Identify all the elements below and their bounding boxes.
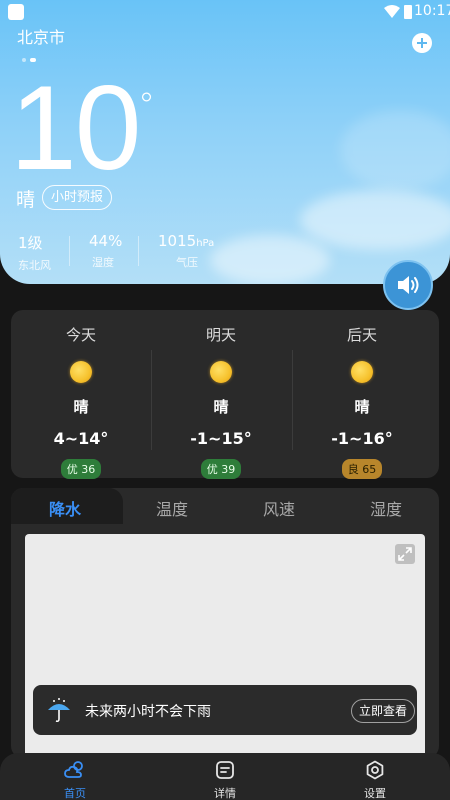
nav-label: 首页 xyxy=(64,787,86,800)
trend-chart-card: 降水 温度 风速 湿度 未来两小时不会下雨 立即查看 xyxy=(11,488,439,758)
notification-icon xyxy=(8,4,24,20)
battery-icon xyxy=(404,5,412,19)
forecast-day[interactable]: 明天 晴 -1~15° 优 39 xyxy=(151,310,291,479)
tab-precipitation[interactable]: 降水 xyxy=(49,496,81,520)
stat-value: 1级 xyxy=(18,234,43,252)
nav-settings[interactable]: 设置 xyxy=(335,759,415,800)
aqi-badge: 良 65 xyxy=(341,459,383,479)
cloud-decoration xyxy=(210,235,330,284)
forecast-temp-range: -1~15° xyxy=(190,429,252,448)
divider xyxy=(69,236,70,266)
current-condition: 晴 xyxy=(16,189,36,211)
three-day-forecast: 今天 晴 4~14° 优 36 明天 晴 -1~15° 优 39 后天 晴 -1… xyxy=(11,310,439,479)
precipitation-summary: 未来两小时不会下雨 立即查看 xyxy=(33,685,417,735)
precipitation-message: 未来两小时不会下雨 xyxy=(85,704,211,720)
details-icon xyxy=(216,761,234,779)
divider xyxy=(138,236,139,266)
cloud-decoration xyxy=(300,190,450,250)
add-city-button[interactable] xyxy=(412,33,432,53)
wifi-icon xyxy=(384,5,400,18)
forecast-day-label: 今天 xyxy=(65,326,96,344)
nav-details[interactable]: 详情 xyxy=(185,759,265,800)
forecast-condition: 晴 xyxy=(354,398,370,416)
precipitation-map[interactable]: 未来两小时不会下雨 立即查看 xyxy=(25,534,425,758)
stat-value: 44% xyxy=(89,232,123,250)
speaker-icon xyxy=(398,276,419,294)
forecast-day[interactable]: 后天 晴 -1~16° 良 65 xyxy=(292,310,432,479)
cloud-decoration xyxy=(340,110,450,190)
degree-symbol: ° xyxy=(138,86,155,126)
current-weather-card: 10:17 北京市 10 ° 晴 小时预报 1级 东北风 44% 湿度 1015… xyxy=(0,0,450,284)
forecast-temp-range: -1~16° xyxy=(331,429,393,448)
expand-button[interactable] xyxy=(395,544,415,564)
tab-humidity[interactable]: 湿度 xyxy=(370,496,402,520)
city-name[interactable]: 北京市 xyxy=(17,24,65,48)
forecast-day[interactable]: 今天 晴 4~14° 优 36 xyxy=(11,310,151,479)
forecast-condition: 晴 xyxy=(213,398,229,416)
stat-wind: 1级 东北风 xyxy=(18,232,51,273)
stat-label: 气压 xyxy=(176,256,198,269)
sun-icon xyxy=(210,361,232,383)
stat-pressure: 1015hPa 气压 xyxy=(158,232,214,270)
settings-icon xyxy=(366,760,384,780)
status-bar: 10:17 xyxy=(0,0,450,26)
chart-tabs: 降水 温度 风速 湿度 xyxy=(11,488,439,522)
forecast-condition: 晴 xyxy=(73,398,89,416)
sun-icon xyxy=(351,361,373,383)
hourly-forecast-button[interactable]: 小时预报 xyxy=(42,185,113,210)
bottom-navigation: 首页 详情 设置 xyxy=(0,753,450,800)
nav-home[interactable]: 首页 xyxy=(35,759,115,800)
pressure-value: 1015 xyxy=(158,232,197,250)
stat-label: 湿度 xyxy=(92,256,114,269)
forecast-day-label: 后天 xyxy=(346,326,377,344)
aqi-badge: 优 36 xyxy=(60,459,102,479)
tab-wind-speed[interactable]: 风速 xyxy=(263,496,295,520)
nav-label: 设置 xyxy=(364,787,386,800)
status-time: 10:17 xyxy=(414,3,450,19)
nav-label: 详情 xyxy=(214,787,236,800)
sun-icon xyxy=(70,361,92,383)
stat-label: 东北风 xyxy=(18,259,51,272)
expand-icon xyxy=(398,547,412,561)
stat-humidity: 44% 湿度 xyxy=(89,232,122,270)
current-temperature: 10 xyxy=(10,61,141,195)
weather-cloud-icon xyxy=(64,761,83,778)
tab-temperature[interactable]: 温度 xyxy=(156,496,188,520)
umbrella-icon xyxy=(48,698,70,723)
stat-value: 1015hPa xyxy=(158,232,214,250)
voice-broadcast-button[interactable] xyxy=(383,260,433,310)
aqi-badge: 优 39 xyxy=(200,459,242,479)
forecast-temp-range: 4~14° xyxy=(53,429,109,448)
pressure-unit: hPa xyxy=(196,238,215,249)
view-now-button[interactable]: 立即查看 xyxy=(351,699,416,723)
forecast-day-label: 明天 xyxy=(205,326,236,344)
